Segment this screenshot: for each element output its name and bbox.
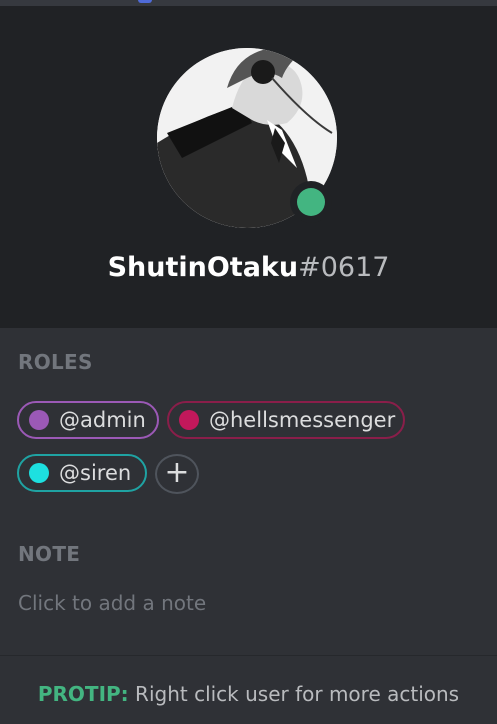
role-color-icon — [29, 410, 49, 430]
protip-label: PROTIP: — [37, 682, 129, 706]
note-title: NOTE — [18, 542, 81, 566]
role-color-icon — [179, 410, 199, 430]
online-status-icon — [290, 181, 332, 223]
username-display[interactable]: ShutinOtaku#0617 — [0, 250, 497, 286]
note-input[interactable]: Click to add a note — [18, 591, 206, 615]
role-hellsmessenger[interactable]: @hellsmessenger — [167, 401, 405, 439]
role-label: @admin — [59, 408, 146, 432]
avatar-container[interactable] — [157, 48, 337, 228]
role-siren[interactable]: @siren — [17, 454, 147, 492]
role-admin[interactable]: @admin — [17, 401, 159, 439]
role-color-icon — [29, 463, 49, 483]
top-indicator — [138, 0, 152, 3]
profile-header: ShutinOtaku#0617 — [0, 6, 497, 328]
role-label: @siren — [59, 461, 132, 485]
add-role-button[interactable]: + — [155, 454, 199, 494]
divider — [0, 655, 497, 656]
protip: PROTIP: Right click user for more action… — [0, 682, 497, 706]
roles-title: ROLES — [18, 350, 93, 374]
protip-text: Right click user for more actions — [135, 682, 460, 706]
plus-icon: + — [164, 455, 190, 490]
discriminator: #0617 — [298, 252, 390, 283]
username: ShutinOtaku — [107, 252, 299, 283]
role-label: @hellsmessenger — [209, 408, 396, 432]
